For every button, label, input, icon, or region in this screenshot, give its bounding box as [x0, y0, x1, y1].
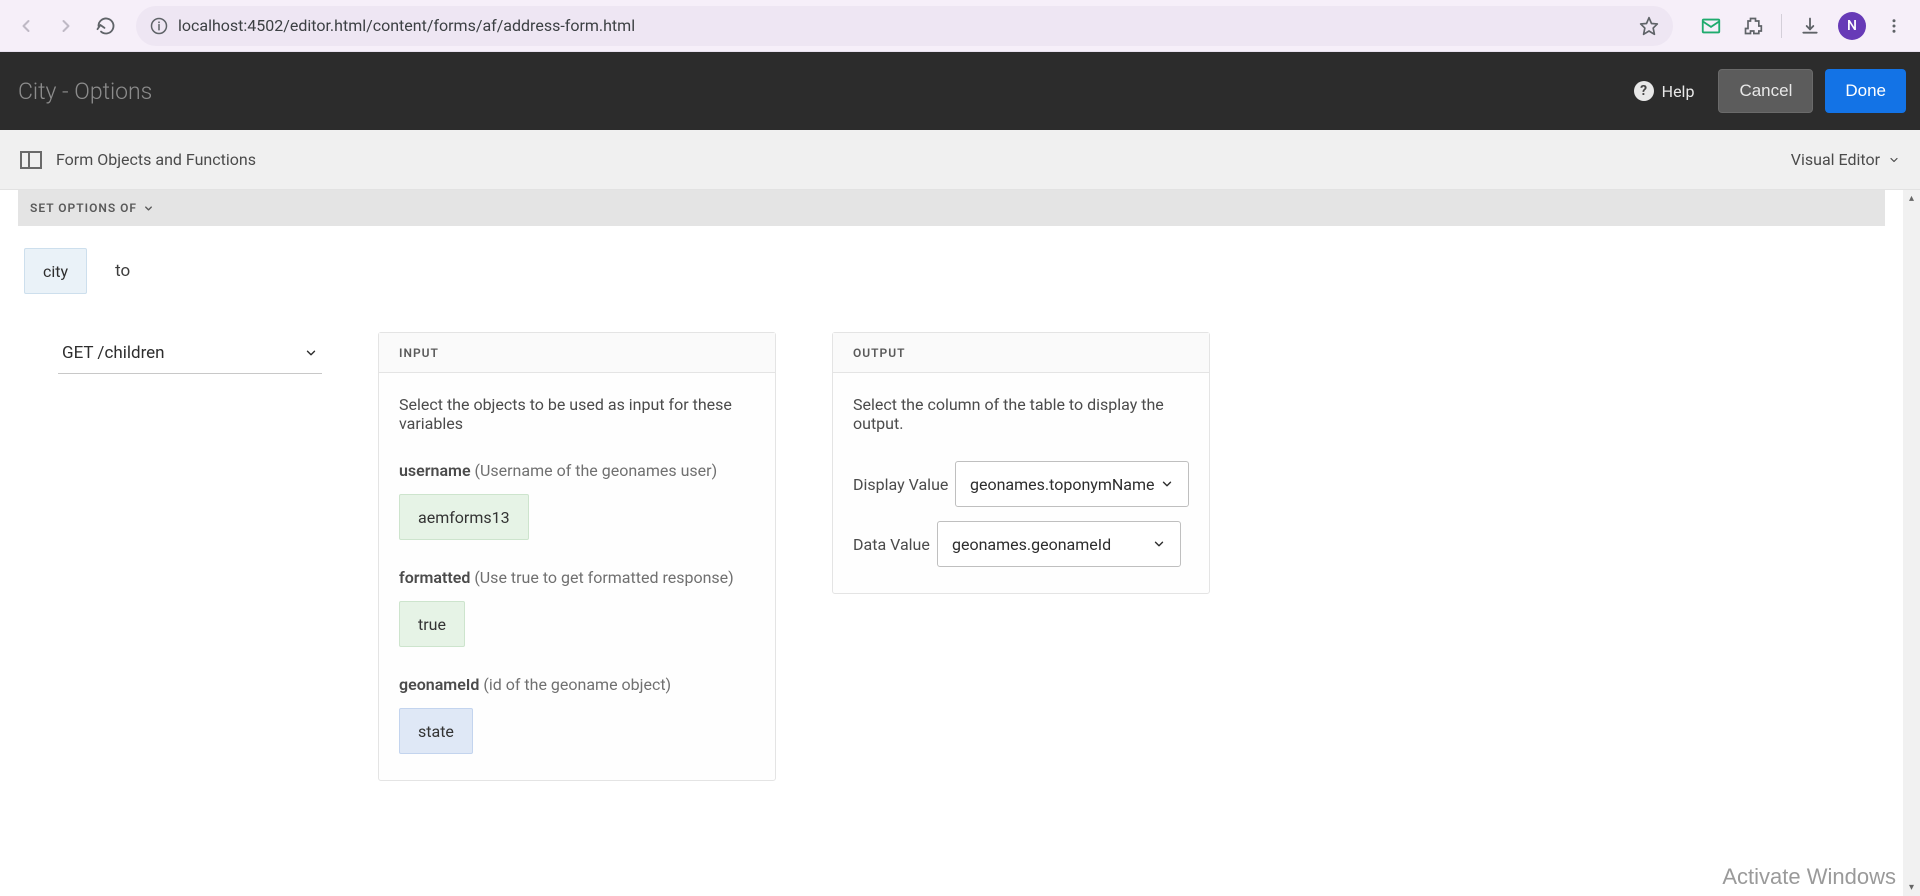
side-panel-icon [20, 151, 42, 169]
target-field-chip[interactable]: city [24, 248, 87, 294]
input-panel-header: INPUT [379, 333, 775, 373]
help-label: Help [1662, 82, 1695, 101]
input-field-formatted: formatted (Use true to get formatted res… [399, 568, 755, 647]
browser-reload-button[interactable] [88, 8, 124, 44]
form-objects-label: Form Objects and Functions [56, 150, 256, 169]
extensions-icon[interactable] [1735, 8, 1771, 44]
output-instruction: Select the column of the table to displa… [853, 395, 1189, 433]
scroll-down-arrow[interactable]: ▾ [1903, 879, 1920, 896]
rule-editor-content: SET OPTIONS OF city to GET /children INP… [0, 190, 1920, 896]
field-name: formatted [399, 568, 470, 587]
done-button[interactable]: Done [1825, 69, 1906, 113]
downloads-icon[interactable] [1792, 8, 1828, 44]
data-value-selection: geonames.geonameId [952, 535, 1111, 554]
mail-extension-icon[interactable] [1693, 8, 1729, 44]
help-icon: ? [1634, 81, 1654, 101]
display-value-label: Display Value [853, 475, 949, 494]
scroll-up-arrow[interactable]: ▴ [1903, 190, 1920, 207]
display-value-selection: geonames.toponymName [970, 475, 1155, 494]
help-link[interactable]: ? Help [1634, 81, 1695, 101]
bookmark-star-icon[interactable] [1639, 16, 1659, 36]
output-panel: OUTPUT Select the column of the table to… [832, 332, 1210, 594]
browser-back-button[interactable] [8, 8, 44, 44]
field-name: username [399, 461, 471, 480]
data-value-label: Data Value [853, 535, 931, 554]
chevron-down-icon [304, 346, 318, 360]
app-header: City - Options ? Help Cancel Done [0, 52, 1920, 130]
vertical-scrollbar[interactable]: ▴ ▾ [1903, 190, 1920, 896]
url-bar[interactable]: localhost:4502/editor.html/content/forms… [136, 6, 1673, 46]
chevron-down-icon [143, 203, 154, 214]
endpoint-value: GET /children [62, 343, 165, 363]
rule-target-row: city to [18, 226, 1902, 312]
editor-mode-dropdown[interactable]: Visual Editor [1791, 150, 1900, 169]
cancel-button[interactable]: Cancel [1718, 69, 1813, 113]
profile-avatar[interactable]: N [1834, 8, 1870, 44]
site-info-icon[interactable] [150, 17, 168, 35]
form-objects-toggle[interactable]: Form Objects and Functions [20, 150, 256, 169]
input-panel: INPUT Select the objects to be used as i… [378, 332, 776, 781]
editor-toolbar: Form Objects and Functions Visual Editor [0, 130, 1920, 190]
field-value-chip[interactable]: aemforms13 [399, 494, 529, 540]
field-hint: (Username of the geonames user) [475, 461, 718, 480]
chevron-down-icon [1888, 154, 1900, 166]
url-text: localhost:4502/editor.html/content/forms… [178, 16, 1629, 35]
rule-type-label: SET OPTIONS OF [30, 201, 137, 215]
field-hint: (Use true to get formatted response) [474, 568, 733, 587]
rule-type-selector[interactable]: SET OPTIONS OF [18, 190, 1885, 226]
data-value-row: Data Value geonames.geonameId [853, 521, 1189, 567]
browser-forward-button[interactable] [48, 8, 84, 44]
data-value-select[interactable]: geonames.geonameId [937, 521, 1181, 567]
browser-chrome: localhost:4502/editor.html/content/forms… [0, 0, 1920, 52]
chrome-right-actions: N [1685, 8, 1912, 44]
field-hint: (id of the geoname object) [483, 675, 671, 694]
output-panel-header: OUTPUT [833, 333, 1209, 373]
display-value-select[interactable]: geonames.toponymName [955, 461, 1189, 507]
field-value-chip[interactable]: true [399, 601, 465, 647]
input-instruction: Select the objects to be used as input f… [399, 395, 755, 433]
endpoint-select[interactable]: GET /children [58, 332, 322, 374]
chevron-down-icon [1152, 537, 1166, 551]
field-value-chip[interactable]: state [399, 708, 473, 754]
preposition-to: to [115, 261, 130, 281]
input-field-username: username (Username of the geonames user)… [399, 461, 755, 540]
editor-mode-label: Visual Editor [1791, 150, 1880, 169]
field-name: geonameId [399, 675, 479, 694]
chrome-divider [1781, 14, 1782, 38]
display-value-row: Display Value geonames.toponymName [853, 461, 1189, 507]
chrome-menu-icon[interactable] [1876, 8, 1912, 44]
chevron-down-icon [1160, 477, 1174, 491]
input-field-geonameid: geonameId (id of the geoname object) sta… [399, 675, 755, 754]
